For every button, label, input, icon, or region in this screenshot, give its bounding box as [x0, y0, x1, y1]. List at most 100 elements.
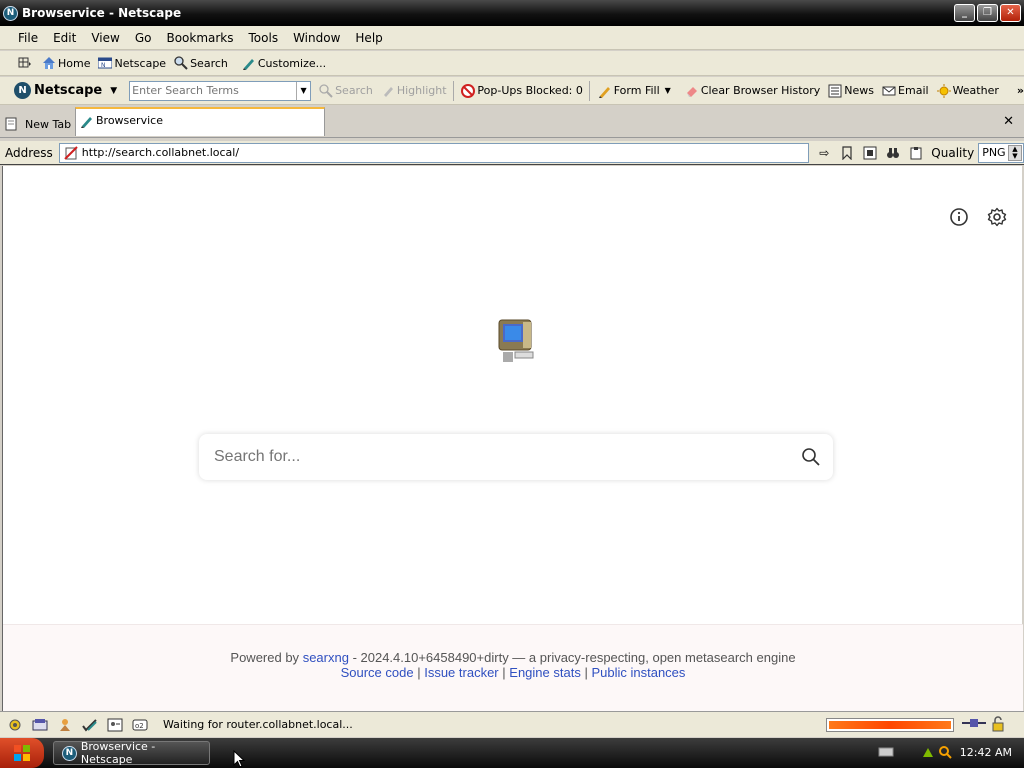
menu-bar: File Edit View Go Bookmarks Tools Window… — [0, 26, 1024, 50]
load-progress-fill — [829, 721, 951, 729]
maximize-button[interactable]: ❐ — [977, 4, 998, 22]
source-code-link[interactable]: Source code — [341, 665, 414, 680]
popups-blocked-button[interactable]: Pop-Ups Blocked: 0 — [461, 83, 583, 98]
network-icon[interactable] — [920, 745, 936, 762]
info-icon[interactable] — [948, 206, 970, 228]
connection-icon[interactable] — [962, 716, 986, 734]
composer-icon[interactable] — [81, 717, 99, 733]
customize-button[interactable]: Customize... — [242, 56, 326, 70]
tab-browservice[interactable]: Browservice — [75, 107, 325, 136]
netscape-logo-icon: N — [14, 82, 31, 99]
window-controls: _ ❐ ✕ — [954, 4, 1021, 22]
main-search-input[interactable] — [199, 448, 789, 466]
blocked-icon — [461, 83, 476, 98]
clear-history-button[interactable]: Clear Browser History — [685, 84, 820, 98]
address-book-icon[interactable] — [106, 717, 124, 733]
minimize-button[interactable]: _ — [954, 4, 975, 22]
tools-icon[interactable] — [6, 717, 24, 733]
url-input[interactable] — [77, 146, 809, 159]
url-field[interactable] — [58, 142, 810, 163]
email-button[interactable]: Email — [882, 84, 929, 98]
search-dropdown-icon[interactable]: ▼ — [296, 81, 310, 100]
menu-edit[interactable]: Edit — [53, 31, 76, 45]
tab-new-tab[interactable]: New Tab — [4, 113, 71, 135]
mail-icon[interactable] — [31, 717, 49, 733]
chevron-down-icon: ▼ — [664, 86, 671, 95]
tray-search-icon[interactable] — [938, 745, 952, 762]
tab-new-tab-label: New Tab — [25, 117, 72, 131]
close-tab-icon[interactable]: ✕ — [1003, 114, 1014, 129]
public-instances-link[interactable]: Public instances — [591, 665, 685, 680]
image-format-select[interactable]: PNG ▲ ▼ — [978, 142, 1024, 163]
person-icon[interactable] — [56, 717, 74, 733]
binoculars-icon[interactable] — [884, 144, 902, 162]
search-toolbar: N Netscape ▼ ▼ Search Highlight Pop-Ups … — [0, 77, 1024, 105]
highlight-button[interactable]: Highlight — [381, 84, 447, 98]
print-icon[interactable] — [861, 144, 879, 162]
image-format-value: PNG — [982, 146, 1006, 159]
pen-icon — [81, 117, 92, 128]
main-search-box[interactable] — [199, 434, 833, 480]
highlight-label: Highlight — [396, 84, 447, 97]
home-icon — [43, 57, 55, 69]
security-lock-icon[interactable] — [990, 716, 1006, 735]
weather-button[interactable]: Weather — [936, 83, 999, 98]
go-arrow-icon[interactable]: ⇨ — [815, 144, 833, 162]
customize-label: Customize... — [257, 56, 327, 70]
search-button[interactable]: Search — [174, 56, 228, 70]
keyboard-icon[interactable] — [878, 746, 894, 761]
insecure-page-icon — [64, 145, 78, 160]
footer-links: Source code | Issue tracker | Engine sta… — [340, 665, 686, 680]
sun-icon — [936, 83, 951, 98]
page-top-icons — [948, 206, 1008, 228]
page-footer: Powered by searxng - 2024.4.10+6458490+d… — [3, 624, 1023, 711]
toolbar-search-button[interactable]: Search — [319, 83, 373, 98]
search-label: Search — [190, 56, 228, 70]
weather-label: Weather — [952, 84, 999, 97]
taskbar-item-browservice[interactable]: N Browservice - Netscape — [53, 740, 210, 766]
menu-help[interactable]: Help — [355, 31, 382, 45]
news-button[interactable]: News — [828, 84, 874, 98]
load-progress-bar — [826, 718, 954, 732]
menu-go[interactable]: Go — [135, 31, 152, 45]
netscape-brand-menu[interactable]: N Netscape ▼ — [14, 82, 117, 99]
eraser-icon — [686, 86, 697, 97]
format-spinner-icon[interactable]: ▲ ▼ — [1008, 144, 1022, 161]
start-button[interactable] — [0, 738, 44, 768]
home-button[interactable]: Home — [42, 56, 90, 70]
toolbar-overflow-button[interactable]: » — [1017, 84, 1024, 97]
form-fill-button[interactable]: Form Fill ▼ — [598, 84, 671, 98]
toolbar-separator — [452, 80, 454, 101]
menu-bookmarks[interactable]: Bookmarks — [166, 31, 233, 45]
page-content: Powered by searxng - 2024.4.10+6458490+d… — [2, 166, 1023, 711]
form-fill-label: Form Fill — [613, 84, 660, 97]
menu-window[interactable]: Window — [293, 31, 340, 45]
menu-file[interactable]: File — [18, 31, 38, 45]
engine-stats-link[interactable]: Engine stats — [509, 665, 581, 680]
svg-text:N: N — [101, 62, 106, 69]
popups-blocked-label: Pop-Ups Blocked: 0 — [477, 84, 583, 97]
searxng-link[interactable]: searxng — [303, 650, 349, 665]
netscape-window-icon: N — [98, 57, 113, 69]
bookmark-icon[interactable] — [838, 144, 856, 162]
clipboard-icon[interactable] — [907, 144, 925, 162]
windows-logo-icon — [14, 745, 30, 761]
menu-view[interactable]: View — [91, 31, 119, 45]
toolbar-search-field[interactable]: ▼ — [129, 80, 312, 101]
im-icon[interactable]: o2 — [131, 717, 149, 733]
taskbar: N Browservice - Netscape 12:42 AM — [0, 738, 1024, 768]
close-window-button[interactable]: ✕ — [1000, 4, 1021, 22]
page-icon — [5, 117, 17, 131]
gear-icon[interactable] — [986, 206, 1008, 228]
toolbar-search-label: Search — [335, 84, 373, 97]
window-title: Browservice - Netscape — [22, 6, 182, 20]
title-bar: N Browservice - Netscape _ ❐ ✕ — [0, 0, 1024, 26]
menu-tools[interactable]: Tools — [249, 31, 279, 45]
toolbar-search-input[interactable] — [130, 84, 297, 97]
issue-tracker-link[interactable]: Issue tracker — [424, 665, 498, 680]
toolbar-options-button[interactable] — [18, 56, 34, 70]
main-search-button[interactable] — [789, 447, 833, 467]
netscape-button[interactable]: N Netscape — [98, 56, 166, 70]
pencil-icon — [598, 86, 610, 98]
tab-browservice-label: Browservice — [96, 114, 163, 127]
